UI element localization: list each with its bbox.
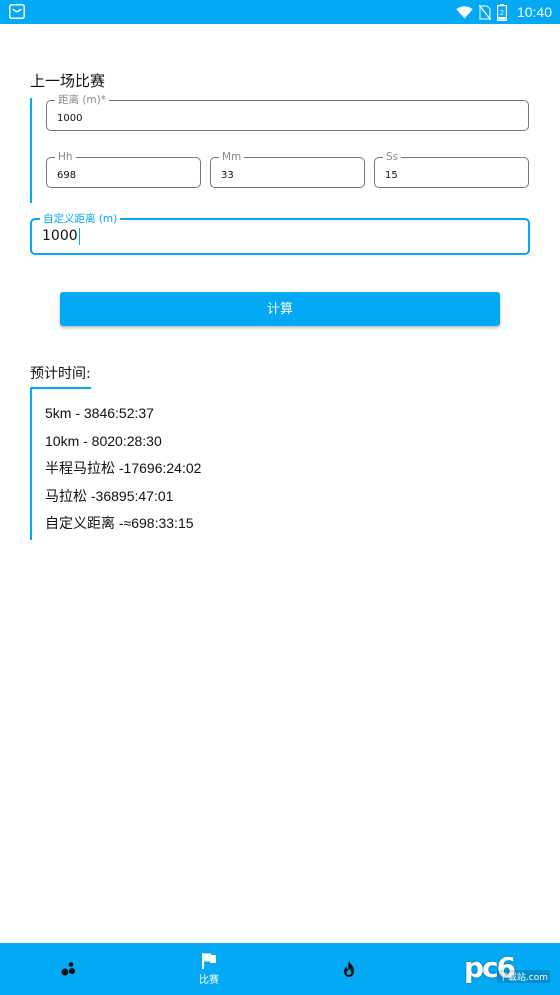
store-icon: [9, 4, 25, 19]
result-half-marathon: 半程马拉松 -17696:24:02: [45, 460, 202, 476]
custom-distance-field[interactable]: 自定义距离 (m) 1000: [30, 212, 530, 255]
custom-distance-field-label: 自定义距离 (m): [40, 212, 121, 226]
result-10km: 10km - 8020:28:30: [45, 432, 162, 449]
battery-icon: 2: [496, 3, 507, 21]
result-5km: 5km - 3846:52:37: [45, 405, 154, 421]
result-custom-distance: 自定义距离 -≈698:33:15: [45, 515, 194, 531]
minutes-field-label: Mm: [219, 150, 245, 164]
seconds-field-value: 15: [385, 170, 398, 181]
seconds-field-label: Ss: [383, 150, 402, 164]
wifi-icon: [456, 5, 473, 18]
no-sim-icon: [478, 4, 491, 20]
watermark-logo: pc6 下载站.com: [464, 950, 550, 986]
custom-distance-field-value-wrap: 1000: [42, 227, 81, 245]
nav-item-race-label: 比赛: [199, 975, 219, 986]
results-title: 预计时间:: [30, 366, 91, 382]
results-title-underline: [30, 387, 91, 389]
dots-icon: [61, 962, 75, 976]
minutes-field[interactable]: Mm 33: [210, 150, 365, 188]
text-cursor: [78, 227, 81, 245]
clock: 10:40: [516, 4, 552, 20]
flame-icon: [344, 961, 354, 977]
section-title-previous-race: 上一场比赛: [30, 72, 106, 90]
calculate-button[interactable]: 计算: [60, 292, 500, 326]
hours-field-label: Hh: [55, 150, 76, 164]
hours-field-value: 698: [57, 170, 77, 181]
distance-field-value: 1000: [57, 113, 83, 124]
battery-level: 2: [500, 10, 504, 17]
section-left-rule: [30, 98, 32, 203]
seconds-field[interactable]: Ss 15: [374, 150, 529, 188]
results-list: 5km - 3846:52:37 10km - 8020:28:30 半程马拉松…: [45, 403, 201, 541]
distance-field[interactable]: 距离 (m)* 1000: [46, 93, 529, 131]
results-left-rule: [30, 387, 32, 540]
result-marathon: 马拉松 -36895:47:01: [45, 487, 174, 504]
nav-item-dots[interactable]: [39, 943, 99, 995]
status-bar: 2 10:40: [0, 0, 560, 24]
custom-distance-field-value: 1000: [42, 228, 78, 244]
nav-item-flame[interactable]: [319, 943, 379, 995]
nav-item-race[interactable]: 比赛: [179, 943, 239, 995]
minutes-field-value: 33: [221, 170, 234, 181]
flag-icon: [202, 953, 216, 969]
hours-field[interactable]: Hh 698: [46, 150, 201, 188]
distance-field-label: 距离 (m)*: [55, 93, 110, 107]
watermark-site: 下载站.com: [496, 970, 550, 983]
